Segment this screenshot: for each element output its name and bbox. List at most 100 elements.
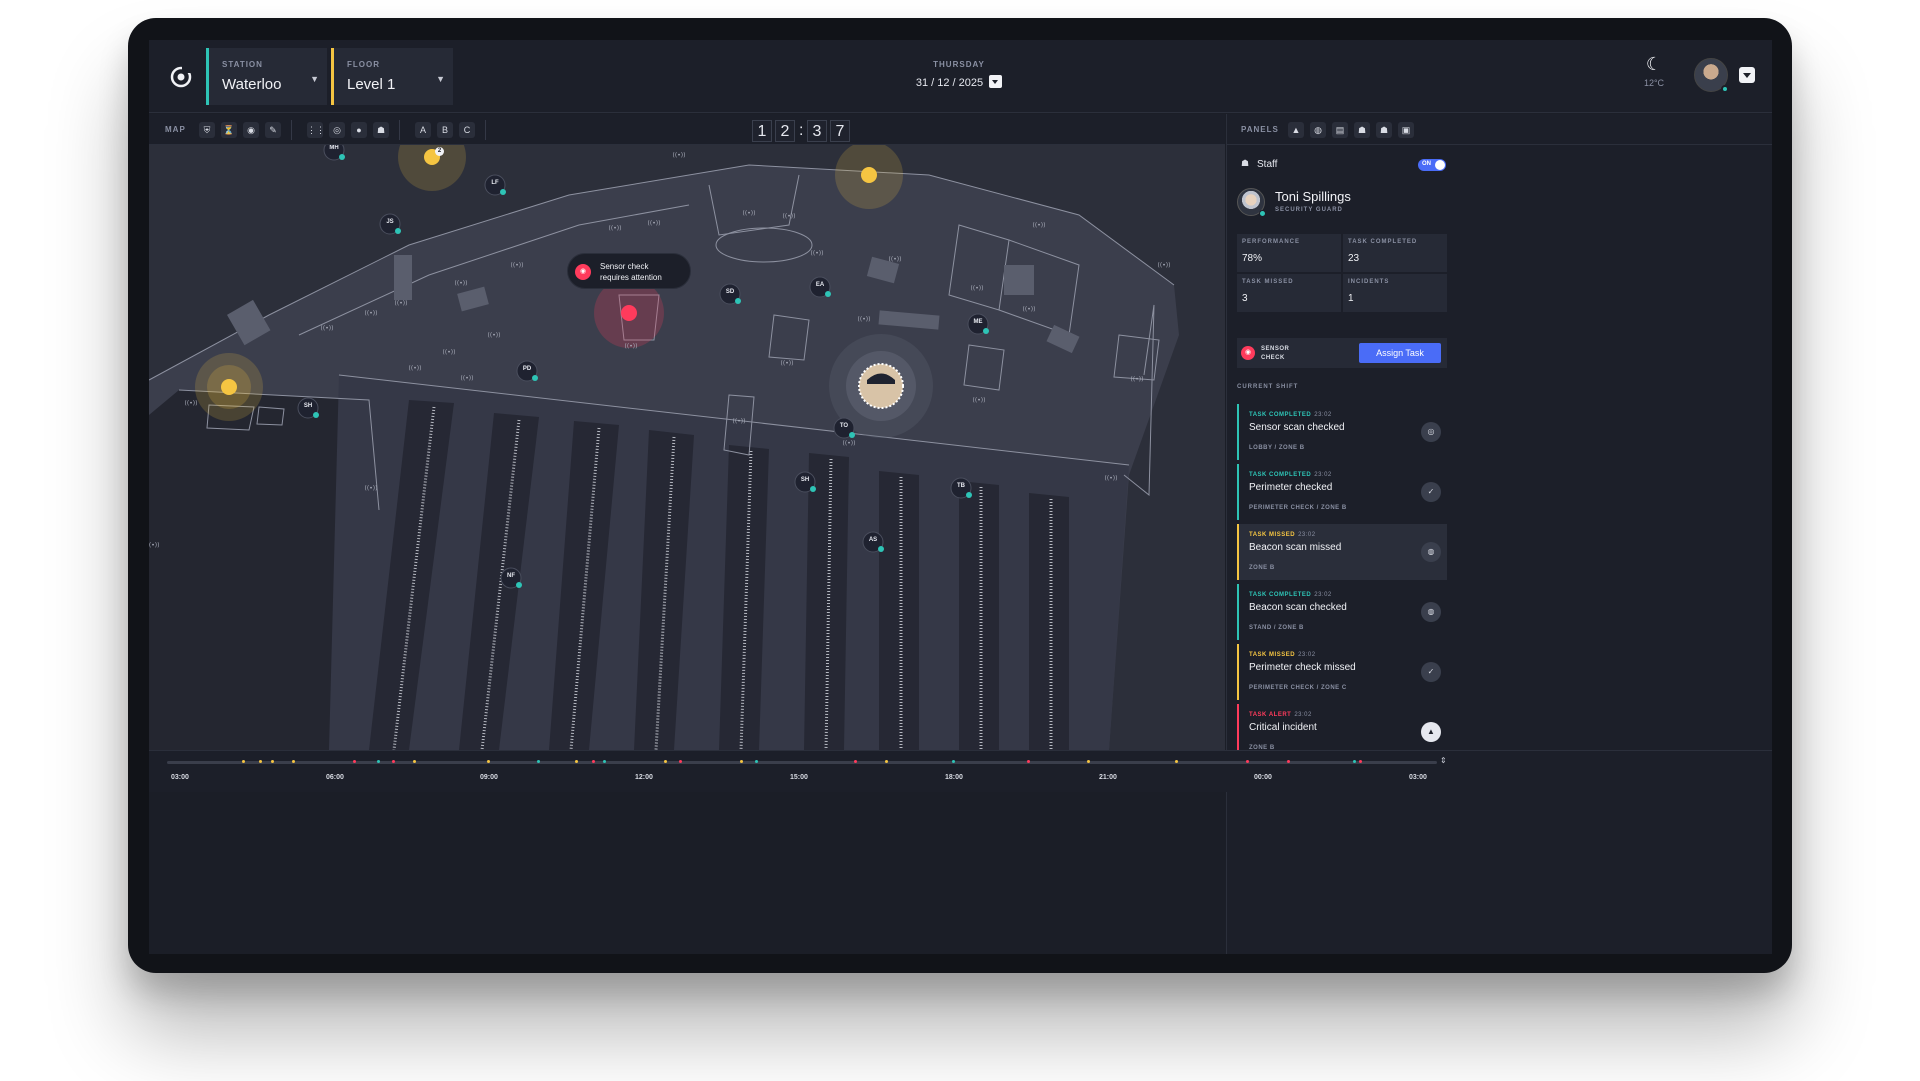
floor-select[interactable]: FLOOR Level 1 ▼ (331, 48, 453, 105)
app-logo-icon[interactable] (168, 64, 194, 90)
person-icon[interactable]: ☗ (1354, 122, 1370, 138)
task-time: 23:02 (1314, 472, 1332, 478)
stat-value: 3 (1242, 293, 1248, 304)
check-circle-icon: ✓ (1421, 662, 1441, 682)
timeline-event[interactable] (271, 760, 274, 763)
timeline-event[interactable] (592, 760, 595, 763)
staff-marker-label[interactable]: NF (504, 573, 518, 579)
target-icon[interactable]: ◉ (243, 122, 259, 138)
timeline-expand-icon[interactable]: ⇕ (1440, 756, 1447, 765)
staff-marker-label[interactable]: ME (971, 319, 985, 325)
stat-label: INCIDENTS (1348, 279, 1390, 285)
timeline-event[interactable] (377, 760, 380, 763)
staff-profile[interactable]: Toni Spillings SECURITY GUARD (1237, 188, 1457, 228)
timeline-event[interactable] (1359, 760, 1362, 763)
svg-text:((•)): ((•)) (1033, 222, 1046, 229)
task-item-selected[interactable]: TASK MISSED 23:02 Beacon scan missed ZONE… (1237, 524, 1447, 580)
task-title: Perimeter check missed (1249, 662, 1356, 673)
staff-marker-label[interactable]: PD (520, 366, 534, 372)
timeline[interactable]: 03:00 06:00 09:00 12:00 15:00 18:00 21:0… (149, 750, 1772, 792)
staff-toggle[interactable]: ON (1418, 159, 1446, 171)
station-value: Waterloo (222, 76, 282, 93)
timeline-event[interactable] (1353, 760, 1356, 763)
sensor-icon[interactable]: ◎ (329, 122, 345, 138)
timeline-event[interactable] (755, 760, 758, 763)
svg-text:((•)): ((•)) (365, 310, 378, 317)
clipboard-icon[interactable]: ▤ (1332, 122, 1348, 138)
staff-marker-label[interactable]: SH (301, 403, 315, 409)
stat-performance: PERFORMANCE 78% (1237, 234, 1341, 272)
svg-text:((•)): ((•)) (409, 365, 422, 372)
grid-icon[interactable]: ⋮⋮ (307, 122, 325, 138)
timeline-event[interactable] (259, 760, 262, 763)
svg-text:((•)): ((•)) (1131, 376, 1144, 383)
timeline-track[interactable] (167, 760, 1437, 764)
staff-marker-label[interactable]: MH (327, 145, 341, 151)
shield-icon[interactable]: ⛨ (199, 122, 215, 138)
task-item[interactable]: TASK MISSED 23:02 Perimeter check missed … (1237, 644, 1447, 700)
staff-marker-label[interactable]: LF (488, 180, 502, 186)
zone-c-button[interactable]: C (459, 122, 475, 138)
svg-text:((•)): ((•)) (511, 262, 524, 269)
timeline-event[interactable] (952, 760, 955, 763)
station-map[interactable]: ((•)) ((•)) ((•)) ((•)) ((•)) ((•)) ((•)) ((… (149, 145, 1225, 750)
task-item[interactable]: TASK COMPLETED 23:02 Sensor scan checked … (1237, 404, 1447, 460)
staff-marker-label[interactable]: TO (837, 423, 851, 429)
task-item[interactable]: TASK COMPLETED 23:02 Perimeter checked PE… (1237, 464, 1447, 520)
alert-tooltip[interactable]: ◉ Sensor check requires attention (567, 253, 691, 289)
task-status: TASK MISSED 23:02 (1249, 532, 1316, 538)
beacon-icon[interactable]: ◍ (1310, 122, 1326, 138)
timeline-event[interactable] (885, 760, 888, 763)
calendar-dropdown-icon[interactable] (989, 75, 1003, 89)
location-pin-icon[interactable]: ● (351, 122, 367, 138)
timeline-event[interactable] (1027, 760, 1030, 763)
staff-marker-label[interactable]: JS (383, 219, 397, 225)
cluster-count-badge: 2 (435, 147, 444, 156)
tools-icon[interactable]: ✎ (265, 122, 281, 138)
timeline-event[interactable] (1246, 760, 1249, 763)
staff-marker-label[interactable]: SH (798, 477, 812, 483)
panels-label: PANELS (1241, 125, 1279, 134)
timeline-event[interactable] (575, 760, 578, 763)
beacon-icon: ◍ (1421, 602, 1441, 622)
person-icon[interactable]: ☗ (373, 122, 389, 138)
zone-b-button[interactable]: B (437, 122, 453, 138)
user-menu-dropdown-icon[interactable] (1739, 67, 1755, 83)
train-icon[interactable]: ▣ (1398, 122, 1414, 138)
task-location: ZONE B (1249, 565, 1275, 571)
timeline-event[interactable] (353, 760, 356, 763)
timeline-time-label: 03:00 (1409, 774, 1427, 781)
timeline-time-label: 03:00 (171, 774, 189, 781)
warning-icon[interactable]: ▲ (1288, 122, 1304, 138)
timeline-event[interactable] (1287, 760, 1290, 763)
staff-marker-label[interactable]: AS (866, 537, 880, 543)
timeline-event[interactable] (487, 760, 490, 763)
stat-label: PERFORMANCE (1242, 239, 1301, 245)
group-icon[interactable]: ☗ (1376, 122, 1392, 138)
check-circle-icon: ✓ (1421, 482, 1441, 502)
staff-marker-label[interactable]: SD (723, 289, 737, 295)
timeline-event[interactable] (413, 760, 416, 763)
timeline-event[interactable] (292, 760, 295, 763)
timeline-event[interactable] (1175, 760, 1178, 763)
station-select[interactable]: STATION Waterloo ▼ (206, 48, 327, 105)
task-item[interactable]: TASK COMPLETED 23:02 Beacon scan checked … (1237, 584, 1447, 640)
alert-text-line2: requires attention (600, 273, 662, 282)
timeline-event[interactable] (854, 760, 857, 763)
zone-a-button[interactable]: A (415, 122, 431, 138)
timeline-event[interactable] (537, 760, 540, 763)
timeline-time-label: 15:00 (790, 774, 808, 781)
staff-marker-label[interactable]: TB (954, 483, 968, 489)
timeline-event[interactable] (603, 760, 606, 763)
assign-task-button[interactable]: Assign Task (1359, 343, 1441, 363)
timeline-event[interactable] (679, 760, 682, 763)
timeline-event[interactable] (1087, 760, 1090, 763)
filter-icon[interactable]: ⏳ (221, 122, 237, 138)
timeline-event[interactable] (740, 760, 743, 763)
task-time: 23:02 (1298, 652, 1316, 658)
timeline-event[interactable] (664, 760, 667, 763)
task-time: 23:02 (1314, 592, 1332, 598)
timeline-event[interactable] (392, 760, 395, 763)
timeline-event[interactable] (242, 760, 245, 763)
staff-marker-label[interactable]: EA (813, 282, 827, 288)
